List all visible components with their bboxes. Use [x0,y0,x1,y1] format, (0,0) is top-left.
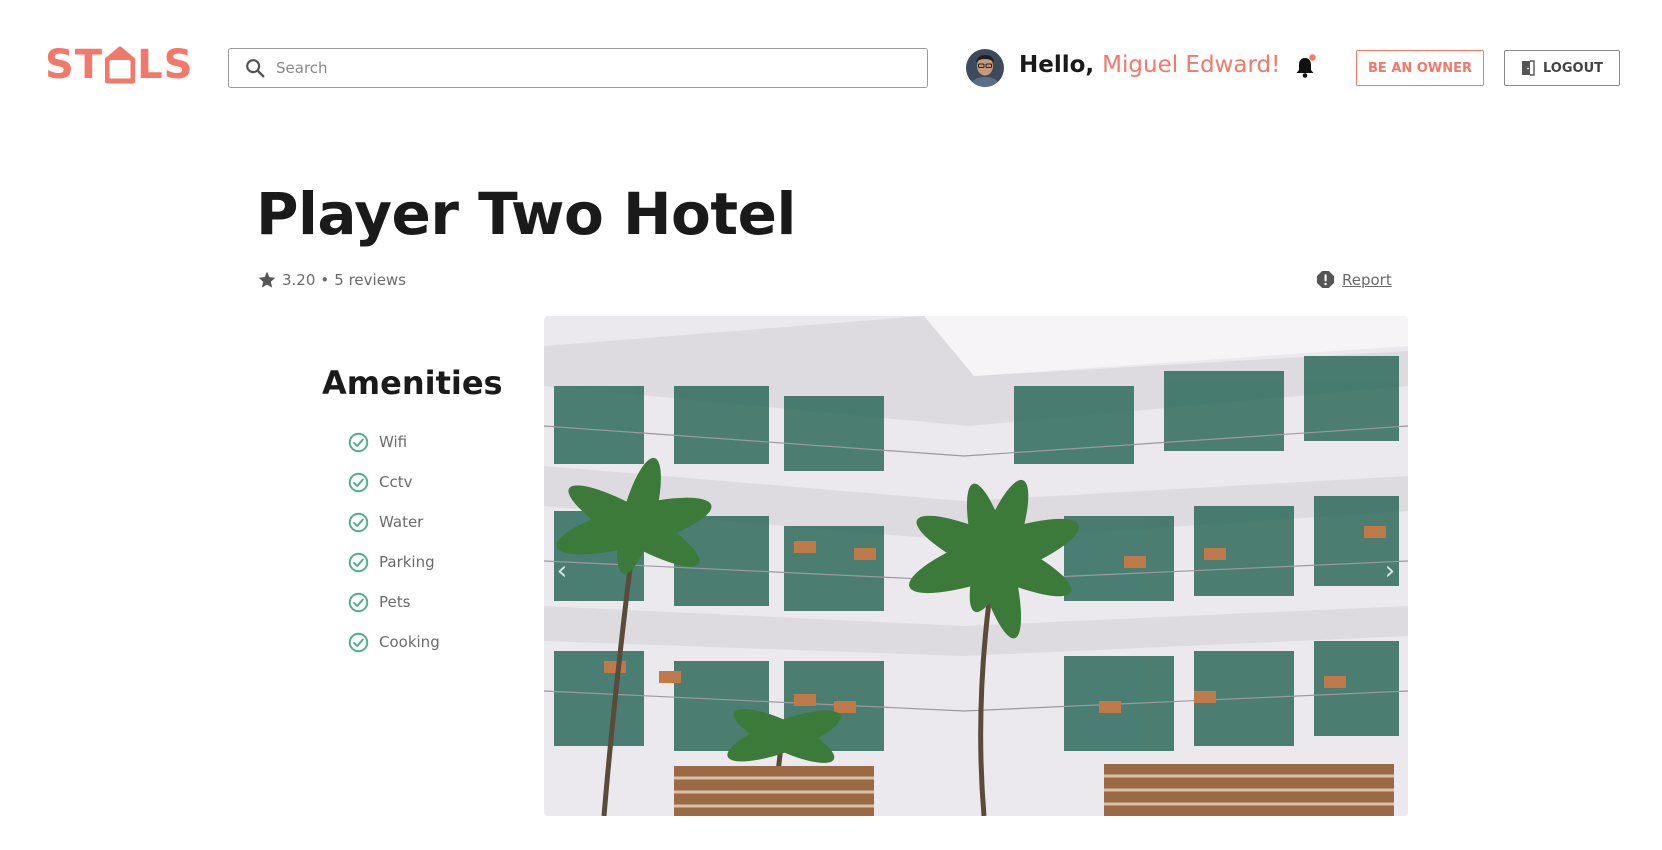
greeting: Hello, Miguel Edward! [1019,52,1280,78]
logo-text-end: LS [137,42,194,88]
check-circle-icon [348,472,369,492]
greeting-username: Miguel Edward! [1102,52,1281,78]
rating-separator: • [320,271,330,289]
amenities-list: Wifi Cctv Water Parking Pets Cooking [348,422,440,662]
amenity-label: Parking [379,553,435,571]
be-an-owner-label: BE AN OWNER [1368,60,1472,76]
door-exit-icon [1521,60,1535,76]
chevron-left-icon[interactable]: ‹ [551,556,573,586]
amenity-item: Wifi [348,422,440,462]
amenity-item: Pets [348,582,440,622]
search-icon [246,59,265,78]
amenity-label: Wifi [379,433,408,451]
amenities-heading: Amenities [322,364,503,402]
logout-label: LOGOUT [1542,60,1604,76]
hotel-photo [544,316,1408,816]
be-an-owner-button[interactable]: BE AN OWNER [1356,50,1484,86]
avatar[interactable] [966,49,1004,87]
amenity-item: Cooking [348,622,440,662]
user-avatar-icon [966,49,1004,87]
amenity-label: Cctv [379,473,413,491]
notification-bell-icon[interactable] [1293,54,1317,80]
check-circle-icon [348,432,369,452]
rating-summary: 3.20 • 5 reviews [257,270,406,290]
hotel-photo-carousel[interactable] [544,316,1408,816]
amenity-item: Cctv [348,462,440,502]
greeting-hello: Hello, [1019,52,1095,78]
amenity-label: Water [379,513,424,531]
stols-logo[interactable]: ST LS [45,42,194,88]
alert-icon [1316,270,1335,289]
logout-button[interactable]: LOGOUT [1504,50,1620,86]
notification-dot [1309,54,1316,61]
check-circle-icon [348,592,369,612]
search-bar[interactable] [228,48,928,88]
check-circle-icon [348,552,369,572]
listing-title: Player Two Hotel [256,180,796,248]
amenity-label: Cooking [379,633,440,651]
top-nav: ST LS Hello, Miguel Edward! B [0,0,1662,140]
house-logo-icon [105,46,136,84]
report-link[interactable]: Report [1316,270,1392,289]
logo-text-start: ST [45,42,104,88]
amenity-item: Water [348,502,440,542]
check-circle-icon [348,632,369,652]
amenity-item: Parking [348,542,440,582]
search-input[interactable] [276,59,927,77]
star-icon [258,271,276,288]
report-label[interactable]: Report [1342,271,1392,289]
check-circle-icon [348,512,369,532]
amenity-label: Pets [379,593,411,611]
chevron-right-icon[interactable]: › [1379,556,1401,586]
rating-value: 3.20 [282,271,316,289]
review-count[interactable]: 5 reviews [334,271,406,289]
